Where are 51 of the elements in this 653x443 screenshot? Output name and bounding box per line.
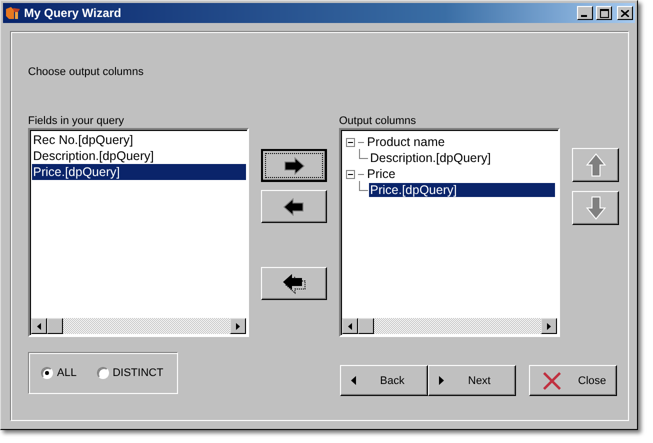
radio-option[interactable]: DISTINCT xyxy=(96,367,164,379)
instruction-text: Choose output columns xyxy=(28,66,145,80)
remove-all-button[interactable] xyxy=(261,267,327,300)
left-triangle-icon xyxy=(37,322,41,330)
maximize-button[interactable] xyxy=(596,6,612,20)
tree-item[interactable]: Price.[dpQuery] xyxy=(369,183,555,197)
left-arrow-icon xyxy=(283,198,305,216)
scroll-left-button[interactable] xyxy=(342,318,358,334)
horizontal-scrollbar[interactable] xyxy=(342,318,557,334)
right-triangle-icon xyxy=(236,322,240,330)
add-button[interactable] xyxy=(261,149,327,182)
horizontal-scrollbar[interactable] xyxy=(31,318,246,334)
right-triangle-icon xyxy=(439,376,444,385)
app-icon xyxy=(5,6,21,20)
minimize-button[interactable] xyxy=(577,6,593,20)
radio-icon[interactable] xyxy=(96,367,109,379)
list-item[interactable]: Description.[dpQuery] xyxy=(32,148,246,164)
collapse-icon[interactable] xyxy=(346,170,355,178)
down-arrow-icon xyxy=(586,196,606,220)
list-item[interactable]: Rec No.[dpQuery] xyxy=(32,132,246,148)
radio-icon[interactable] xyxy=(41,367,53,379)
tree-node[interactable]: Product name xyxy=(346,134,555,150)
right-arrow-icon xyxy=(283,156,305,174)
back-button[interactable]: Back xyxy=(340,365,428,396)
maximize-icon xyxy=(600,8,608,18)
tree-item[interactable]: Description.[dpQuery] xyxy=(369,151,492,165)
output-tree[interactable]: Product name Description.[dpQuery] Price Price.[dpQuery] xyxy=(339,128,560,337)
up-arrow-icon xyxy=(586,153,606,177)
close-icon xyxy=(621,10,629,16)
close-button[interactable]: Close xyxy=(529,365,617,396)
left-triangle-icon xyxy=(348,322,352,330)
fields-label: Fields in your query xyxy=(28,115,125,127)
scroll-left-button[interactable] xyxy=(31,318,47,334)
tree-node[interactable]: Price xyxy=(346,166,555,182)
remove-button[interactable] xyxy=(261,190,327,223)
close-icon xyxy=(542,370,562,390)
close-button[interactable] xyxy=(617,6,633,20)
right-triangle-icon xyxy=(547,322,551,330)
window-title: My Query Wizard xyxy=(24,6,122,20)
left-triangle-icon xyxy=(351,376,356,385)
output-label: Output columns xyxy=(339,115,416,127)
scroll-thumb[interactable] xyxy=(358,318,374,334)
scroll-thumb[interactable] xyxy=(47,318,63,334)
scroll-right-button[interactable] xyxy=(230,318,246,334)
radio-option[interactable]: ALL xyxy=(41,367,77,379)
next-button[interactable]: Next xyxy=(428,365,516,396)
fields-list[interactable]: Rec No.[dpQuery] Description.[dpQuery] Price.[dpQuery] xyxy=(28,128,249,337)
double-left-arrow-icon xyxy=(282,274,306,294)
list-item[interactable]: Price.[dpQuery] xyxy=(32,164,246,180)
scroll-right-button[interactable] xyxy=(541,318,557,334)
collapse-icon[interactable] xyxy=(346,138,355,146)
